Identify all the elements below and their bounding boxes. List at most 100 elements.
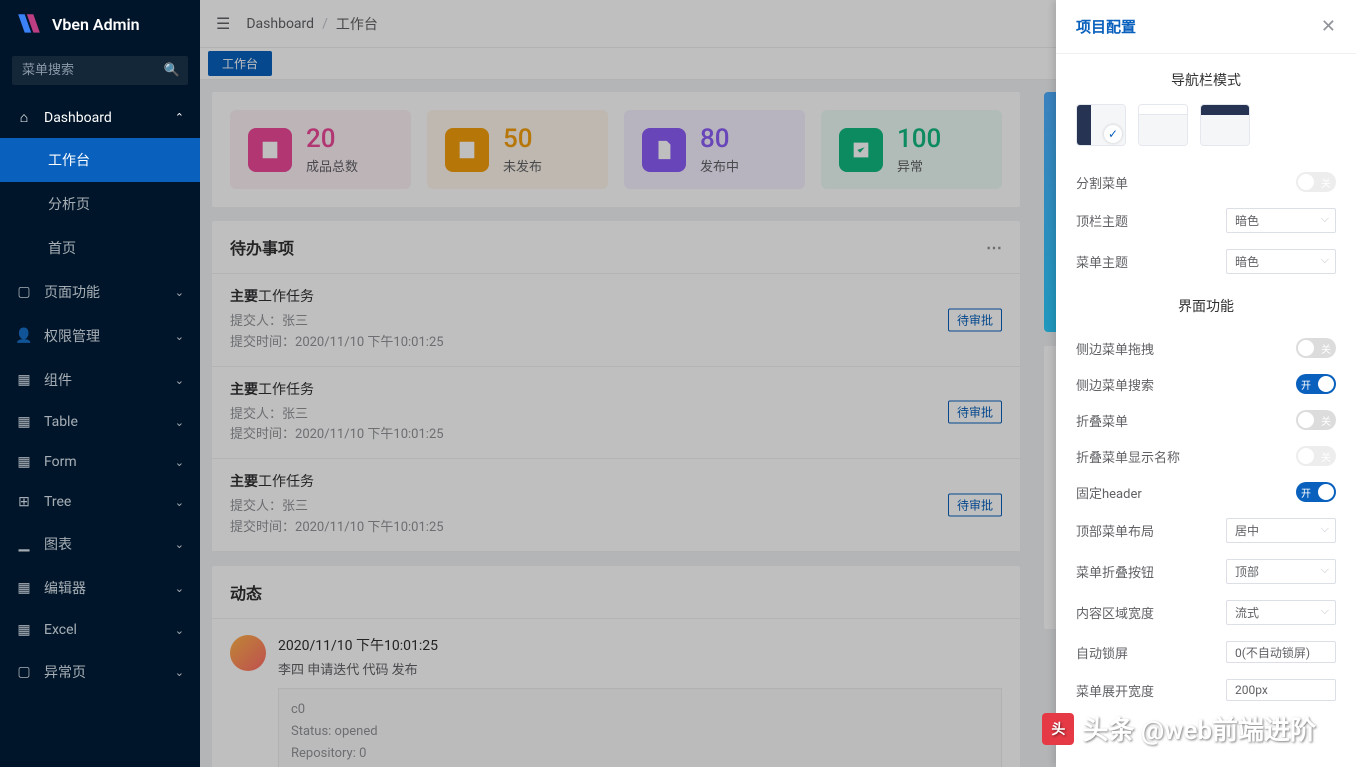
excel-icon: ▦: [16, 622, 32, 638]
menu-table[interactable]: ▦Table⌄: [0, 402, 200, 442]
setting-label: 顶部菜单布局: [1076, 521, 1154, 540]
watermark: 头 头条 @web前端进阶: [1042, 710, 1316, 747]
setting-split-menu: 分割菜单 关: [1076, 164, 1336, 200]
chevron-down-icon: ⌄: [175, 374, 184, 387]
drawer-title: 项目配置: [1076, 16, 1136, 37]
home-icon: ⌂: [16, 109, 32, 126]
drawer-body: 导航栏模式 ✓ 分割菜单关 顶栏主题暗色 菜单主题暗色 界面功能 侧边菜单拖拽关…: [1056, 54, 1356, 725]
app-name: Vben Admin: [52, 15, 140, 34]
select-collapse-btn[interactable]: 顶部: [1226, 559, 1336, 584]
table-icon: ▦: [16, 414, 32, 430]
menu-label: 页面功能: [44, 282, 100, 302]
switch-split-menu[interactable]: 关: [1296, 172, 1336, 192]
menu-chart[interactable]: ▁ 图表 ⌄: [0, 522, 200, 566]
setting-menu-width: 菜单展开宽度: [1076, 671, 1336, 709]
user-icon: 👤: [16, 328, 32, 344]
section-ui-func: 界面功能: [1076, 296, 1336, 316]
switch-fixed-header[interactable]: 开: [1296, 482, 1336, 502]
setting-label: 分割菜单: [1076, 173, 1128, 192]
submenu-home[interactable]: 首页: [0, 226, 200, 270]
select-top-menu-layout[interactable]: 居中: [1226, 518, 1336, 543]
setting-label: 侧边菜单拖拽: [1076, 339, 1154, 358]
menu-permission[interactable]: 👤 权限管理 ⌄: [0, 314, 200, 358]
menu-label: 组件: [44, 370, 72, 390]
search-input[interactable]: [12, 56, 188, 85]
select-content-width[interactable]: 流式: [1226, 600, 1336, 625]
chart-icon: ▁: [16, 536, 32, 552]
setting-label: 菜单主题: [1076, 252, 1128, 271]
toutiao-icon: 头: [1042, 713, 1074, 745]
submenu-analysis[interactable]: 分析页: [0, 182, 200, 226]
menu-exception[interactable]: ▢ 异常页 ⌄: [0, 650, 200, 694]
menu-excel[interactable]: ▦ Excel ⌄: [0, 610, 200, 650]
drawer-header: 项目配置 ✕: [1056, 0, 1356, 54]
menu-form[interactable]: ▦Form⌄: [0, 442, 200, 482]
input-menu-width[interactable]: [1226, 679, 1336, 701]
setting-collapse-show-name: 折叠菜单显示名称 关: [1076, 438, 1336, 474]
switch-side-drag[interactable]: 关: [1296, 338, 1336, 358]
chevron-down-icon: ⌄: [175, 330, 184, 343]
chevron-down-icon: ⌄: [175, 624, 184, 637]
chevron-up-icon: ⌃: [175, 111, 184, 124]
setting-label: 固定header: [1076, 483, 1142, 502]
setting-label: 菜单展开宽度: [1076, 681, 1154, 700]
setting-label: 菜单折叠按钮: [1076, 562, 1154, 581]
setting-fixed-header: 固定header 开: [1076, 474, 1336, 510]
logo-area: Vben Admin: [0, 0, 200, 48]
menu-label: Excel: [44, 622, 77, 638]
settings-drawer: 项目配置 ✕ 导航栏模式 ✓ 分割菜单关 顶栏主题暗色 菜单主题暗色 界面功能 …: [1056, 0, 1356, 767]
sidebar: Vben Admin 🔍 ⌂ Dashboard ⌃ 工作台 分析页 首页 ▢ 页面…: [0, 0, 200, 767]
menu-label: 编辑器: [44, 578, 86, 598]
submenu-workspace[interactable]: 工作台: [0, 138, 200, 182]
chevron-down-icon: ⌄: [175, 538, 184, 551]
grid-icon: ▦: [16, 372, 32, 388]
menu-label: Tree: [44, 494, 71, 510]
setting-label: 自动锁屏: [1076, 643, 1128, 662]
setting-side-drag: 侧边菜单拖拽 关: [1076, 330, 1336, 366]
chevron-down-icon: ⌄: [175, 582, 184, 595]
nav-mode-selector: ✓: [1076, 104, 1336, 146]
menu-label: 权限管理: [44, 326, 100, 346]
select-menu-theme[interactable]: 暗色: [1226, 249, 1336, 274]
menu-label: 图表: [44, 534, 72, 554]
menu-tree[interactable]: ⊞Tree⌄: [0, 482, 200, 522]
search-icon[interactable]: 🔍: [164, 63, 180, 78]
menu-page-func[interactable]: ▢页面功能⌄: [0, 270, 200, 314]
setting-top-menu-layout: 顶部菜单布局 居中: [1076, 510, 1336, 551]
nav-mode-sidebar[interactable]: ✓: [1076, 104, 1126, 146]
menu-dashboard[interactable]: ⌂ Dashboard ⌃: [0, 97, 200, 138]
setting-side-search: 侧边菜单搜索 开: [1076, 366, 1336, 402]
nav-mode-topbar[interactable]: [1138, 104, 1188, 146]
chevron-down-icon: ⌄: [175, 286, 184, 299]
switch-collapse-show-name[interactable]: 关: [1296, 446, 1336, 466]
setting-menu-theme: 菜单主题 暗色: [1076, 241, 1336, 282]
chevron-down-icon: ⌄: [175, 666, 184, 679]
setting-topbar-theme: 顶栏主题 暗色: [1076, 200, 1336, 241]
section-nav-mode: 导航栏模式: [1076, 70, 1336, 90]
menu-label: Dashboard: [44, 110, 112, 126]
tree-icon: ⊞: [16, 494, 32, 510]
close-icon[interactable]: ✕: [1321, 16, 1336, 37]
setting-label: 顶栏主题: [1076, 211, 1128, 230]
input-auto-lock[interactable]: [1226, 641, 1336, 663]
menu-label: 异常页: [44, 662, 86, 682]
watermark-text: 头条 @web前端进阶: [1082, 710, 1316, 747]
setting-label: 折叠菜单显示名称: [1076, 447, 1180, 466]
check-icon: ✓: [1104, 125, 1122, 143]
menu-label: Form: [44, 454, 77, 470]
setting-collapse-btn: 菜单折叠按钮 顶部: [1076, 551, 1336, 592]
chevron-down-icon: ⌄: [175, 456, 184, 469]
setting-content-width: 内容区域宽度流式: [1076, 592, 1336, 633]
nav-mode-dark-top[interactable]: [1200, 104, 1250, 146]
menu-editor[interactable]: ▦ 编辑器 ⌄: [0, 566, 200, 610]
exception-icon: ▢: [16, 664, 32, 680]
chevron-down-icon: ⌄: [175, 416, 184, 429]
setting-label: 折叠菜单: [1076, 411, 1128, 430]
menu-component[interactable]: ▦ 组件 ⌄: [0, 358, 200, 402]
switch-side-search[interactable]: 开: [1296, 374, 1336, 394]
setting-label: 侧边菜单搜索: [1076, 375, 1154, 394]
select-topbar-theme[interactable]: 暗色: [1226, 208, 1336, 233]
logo-icon: [16, 11, 42, 37]
switch-collapse-menu[interactable]: 关: [1296, 410, 1336, 430]
editor-icon: ▦: [16, 580, 32, 596]
